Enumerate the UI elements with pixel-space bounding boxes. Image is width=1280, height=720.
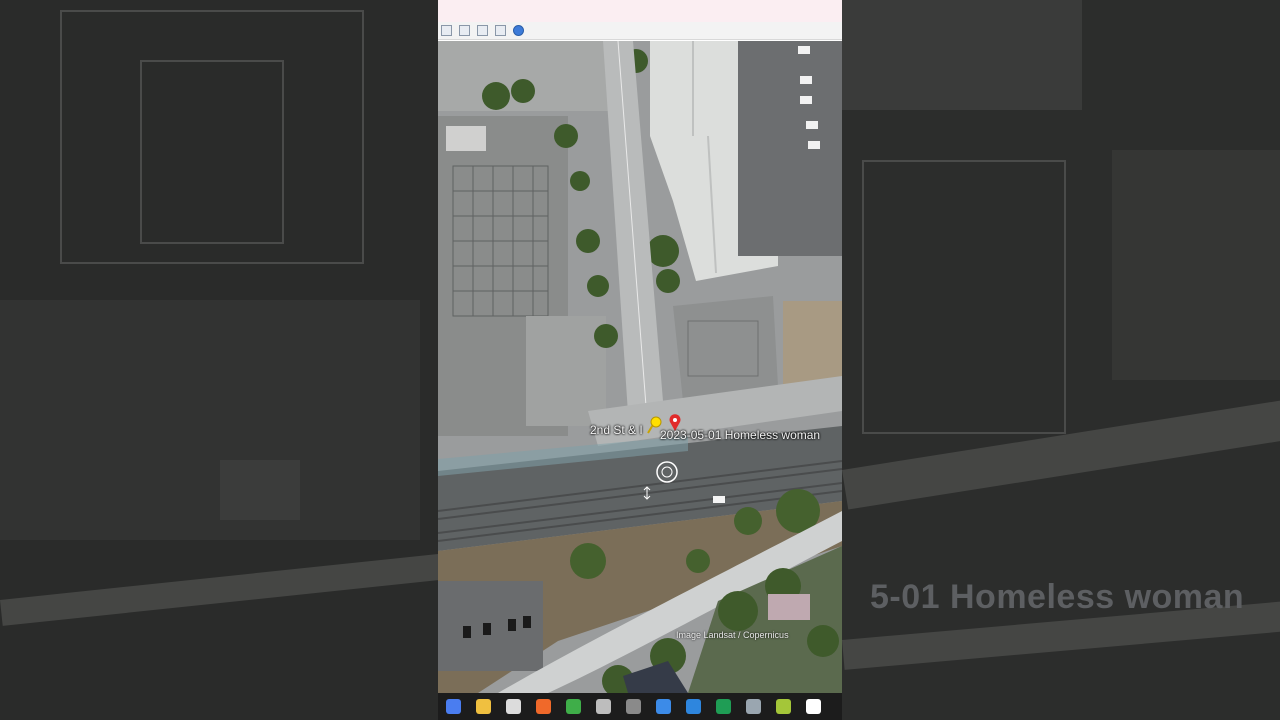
globe-icon[interactable]: [513, 25, 524, 36]
placemark-label[interactable]: 2023-05-01 Homeless woman: [660, 428, 820, 442]
zoom-icon: [445, 699, 461, 714]
arrow-app-icon: [805, 699, 821, 714]
s-app-icon: [685, 699, 701, 714]
taskbar-button[interactable]: [498, 693, 528, 720]
android-icon: [775, 699, 791, 714]
taskbar-button[interactable]: [588, 693, 618, 720]
background-block: [842, 0, 1082, 110]
taskbar-button[interactable]: [618, 693, 648, 720]
background-structure: [140, 60, 284, 244]
taskbar-button[interactable]: [558, 693, 588, 720]
media-icon: [625, 699, 641, 714]
taskbar-button[interactable]: [528, 693, 558, 720]
file-explorer-icon: [475, 699, 491, 714]
taskbar-button[interactable]: [678, 693, 708, 720]
taskbar: [438, 693, 842, 720]
taskbar-button[interactable]: [738, 693, 768, 720]
title-bar: [438, 0, 842, 22]
background-block: [220, 460, 300, 520]
view-image-icon[interactable]: [495, 25, 506, 36]
taskbar-button[interactable]: [708, 693, 738, 720]
google-earth-window: 2nd St & I 2023-05-01 Homeless woman Ima…: [438, 0, 842, 720]
background-block: [0, 300, 420, 540]
taskbar-button[interactable]: [768, 693, 798, 720]
app-icon: [595, 699, 611, 714]
blurred-background-left: [0, 0, 438, 720]
firefox-icon: [535, 699, 551, 714]
notepad-icon: [655, 699, 671, 714]
print-icon[interactable]: [459, 25, 470, 36]
save-image-icon[interactable]: [477, 25, 488, 36]
imagery-attribution: Image Landsat / Copernicus: [676, 630, 789, 640]
map-view[interactable]: 2nd St & I 2023-05-01 Homeless woman Ima…: [438, 41, 842, 693]
taskbar-button[interactable]: [468, 693, 498, 720]
satellite-imagery: [438, 41, 842, 693]
background-placemark-text: 5-01 Homeless woman: [870, 578, 1245, 616]
store-icon: [505, 699, 521, 714]
background-structure: [862, 160, 1066, 434]
street-label: 2nd St & I: [590, 423, 643, 437]
chrome-icon: [565, 699, 581, 714]
excel-icon: [715, 699, 731, 714]
background-block: [1112, 150, 1280, 380]
taskbar-button[interactable]: [798, 693, 828, 720]
toolbar: [438, 22, 842, 40]
taskbar-button[interactable]: [438, 693, 468, 720]
taskbar-button[interactable]: [648, 693, 678, 720]
google-earth-icon: [745, 699, 761, 714]
background-road: [0, 551, 438, 626]
rect-select-icon[interactable]: [441, 25, 452, 36]
